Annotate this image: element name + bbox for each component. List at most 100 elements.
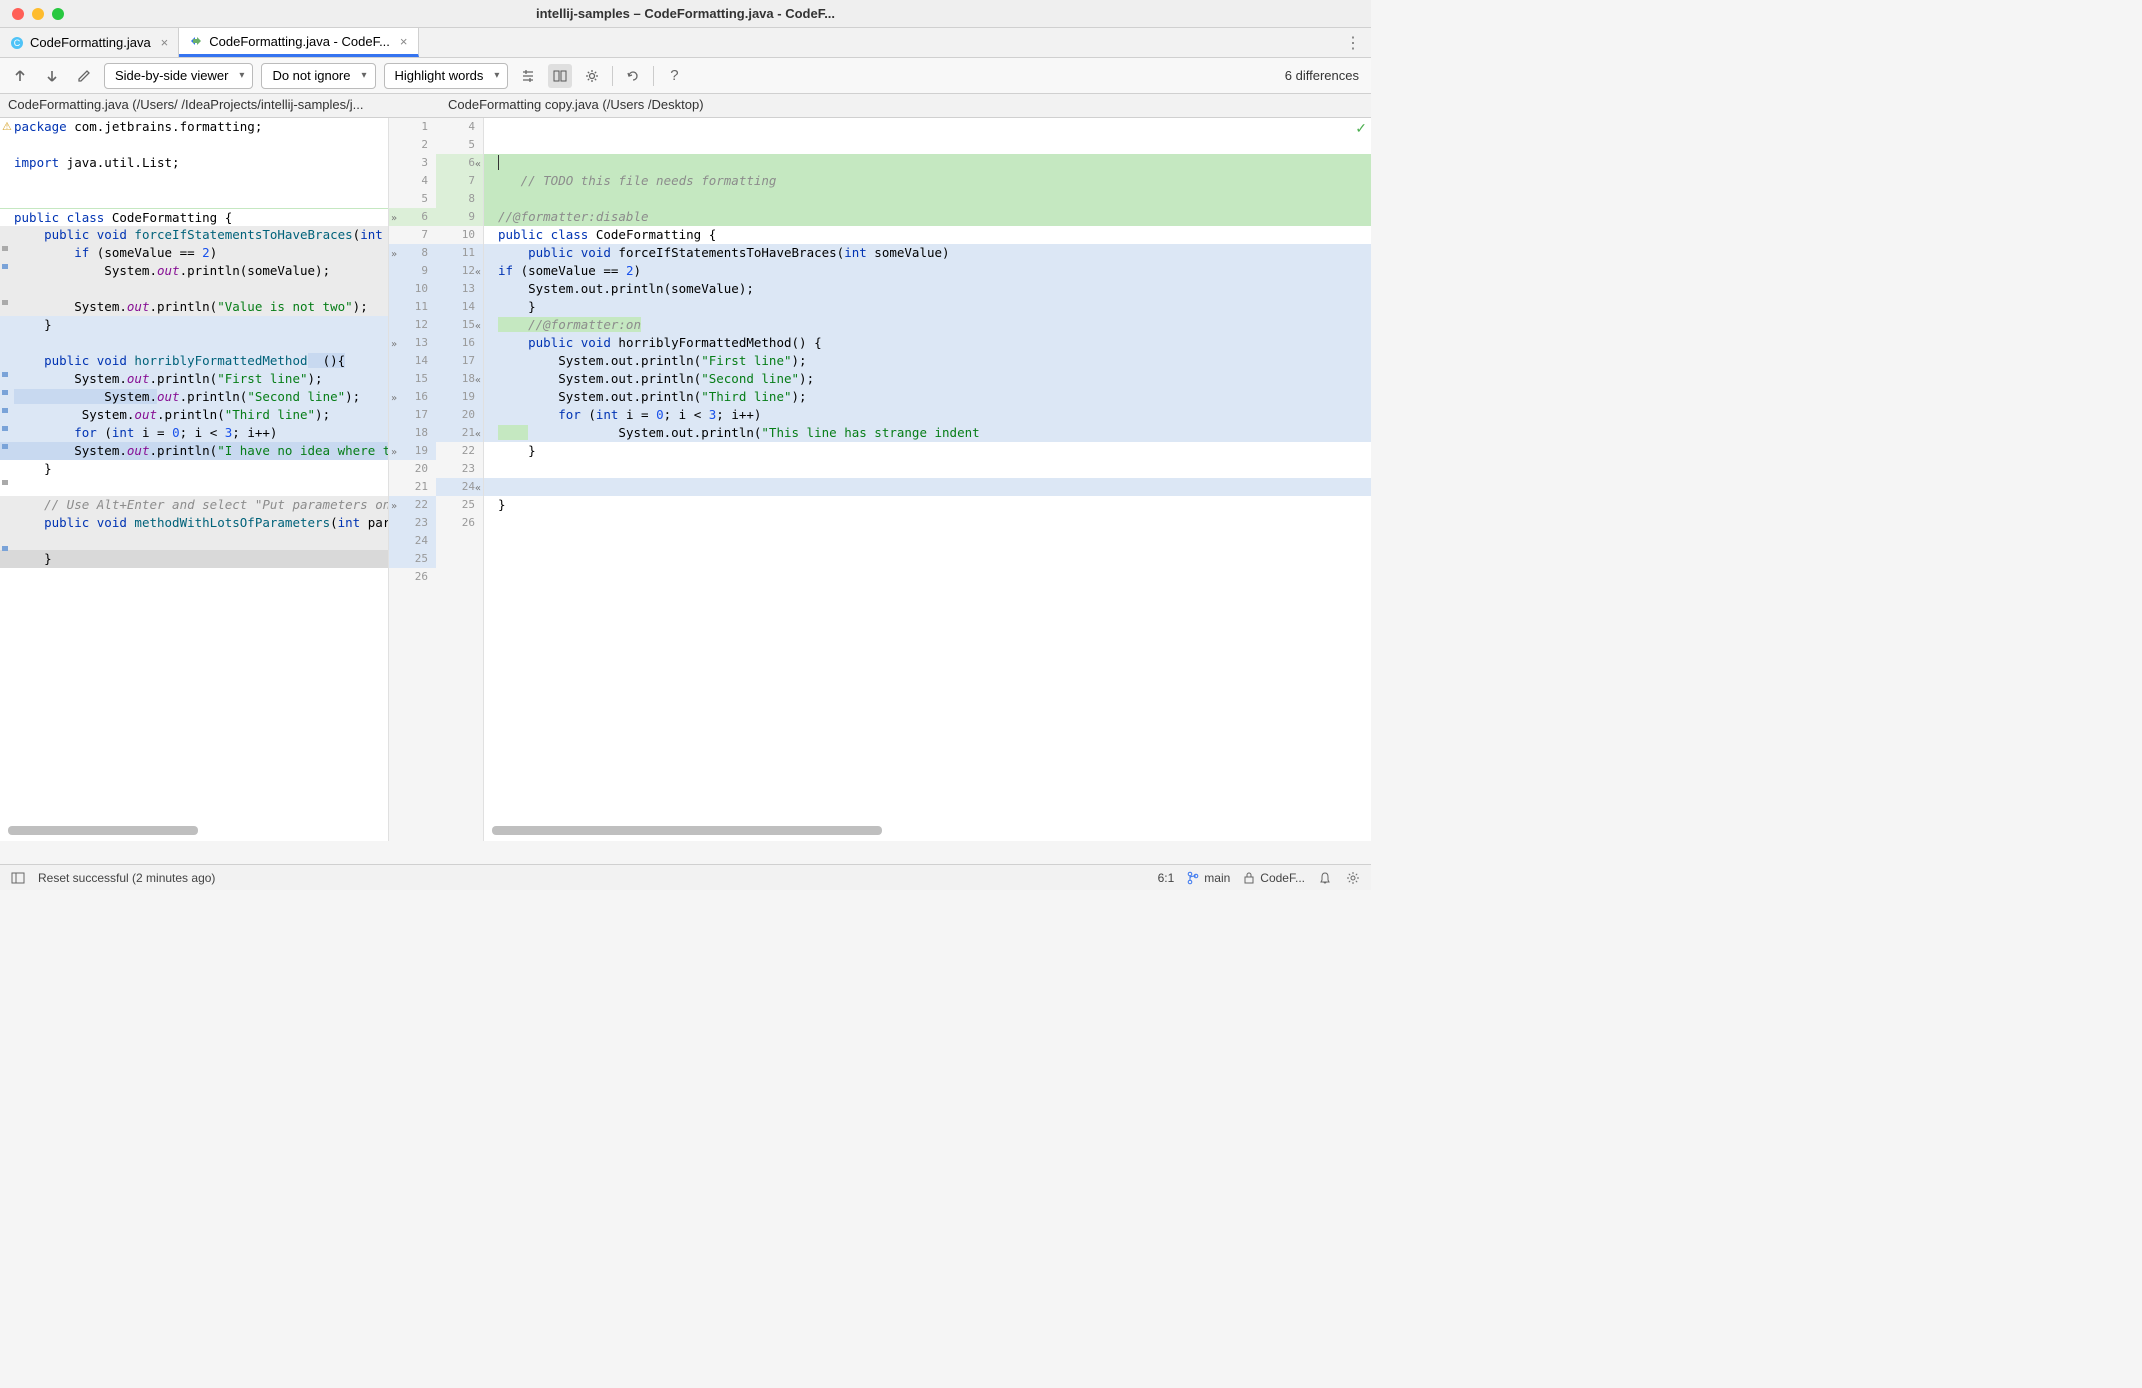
code-line xyxy=(484,514,1371,532)
line-number: 26 xyxy=(389,568,436,586)
view-mode-dropdown[interactable]: Side-by-side viewer xyxy=(104,63,253,89)
code-line: //@formatter:disable xyxy=(484,208,1371,226)
line-number: 7 xyxy=(389,226,436,244)
code-line: System.out.println("First line"); xyxy=(0,370,388,388)
dropdown-label: Do not ignore xyxy=(272,68,350,83)
java-class-icon: C xyxy=(10,36,24,50)
next-diff-button[interactable] xyxy=(40,64,64,88)
right-editor[interactable]: ✓ // TODO this file needs formatting //@… xyxy=(484,118,1371,841)
status-message: Reset successful (2 minutes ago) xyxy=(38,871,215,885)
notifications-icon[interactable] xyxy=(1317,870,1333,886)
line-number: 15 xyxy=(389,370,436,388)
code-line: // TODO this file needs formatting xyxy=(484,172,1371,190)
horizontal-scrollbar[interactable] xyxy=(8,826,198,835)
code-line: System.out.println("I have no idea where… xyxy=(0,442,388,460)
code-line: // Use Alt+Enter and select "Put paramet… xyxy=(0,496,388,514)
line-number: 20 xyxy=(389,460,436,478)
code-line xyxy=(0,172,388,190)
sync-scroll-button[interactable] xyxy=(548,64,572,88)
close-icon[interactable]: × xyxy=(161,35,169,50)
line-number: 25 xyxy=(436,496,483,514)
line-number: 1 xyxy=(389,118,436,136)
line-number: 24« xyxy=(436,478,483,496)
refresh-button[interactable] xyxy=(621,64,645,88)
highlight-mode-dropdown[interactable]: Highlight words xyxy=(384,63,509,89)
line-number: 6« xyxy=(436,154,483,172)
line-number: 2 xyxy=(389,136,436,154)
line-number: 17 xyxy=(436,352,483,370)
code-line xyxy=(484,190,1371,208)
line-number: 7 xyxy=(436,172,483,190)
ide-settings-icon[interactable] xyxy=(1345,870,1361,886)
diff-view: ⚠ package com.jetbrains.formatting; impo… xyxy=(0,118,1371,841)
code-line: } xyxy=(484,496,1371,514)
background-tasks[interactable]: CodeF... xyxy=(1242,871,1305,885)
line-number: 19 xyxy=(436,388,483,406)
code-line: } xyxy=(0,316,388,334)
code-line: System.out.println("Third line"); xyxy=(0,406,388,424)
settings-button[interactable] xyxy=(580,64,604,88)
code-line: System.out.println("Second line"); xyxy=(484,370,1371,388)
ignore-mode-dropdown[interactable]: Do not ignore xyxy=(261,63,375,89)
code-line xyxy=(484,460,1371,478)
line-number: 10 xyxy=(436,226,483,244)
tab-label: CodeFormatting.java - CodeF... xyxy=(209,34,390,49)
tool-window-icon[interactable] xyxy=(10,870,26,886)
git-branch[interactable]: main xyxy=(1186,871,1230,885)
line-number: 4 xyxy=(436,118,483,136)
cursor-position[interactable]: 6:1 xyxy=(1158,871,1175,885)
line-number: »16 xyxy=(389,388,436,406)
close-window-button[interactable] xyxy=(12,8,24,20)
code-line xyxy=(0,136,388,154)
code-line: public void forceIfStatementsToHaveBrace… xyxy=(0,226,388,244)
line-number: »13 xyxy=(389,334,436,352)
collapse-unchanged-button[interactable] xyxy=(516,64,540,88)
editor-tabs: C CodeFormatting.java × CodeFormatting.j… xyxy=(0,28,1371,58)
tab-diff[interactable]: CodeFormatting.java - CodeF... × xyxy=(179,28,418,57)
code-line: } xyxy=(0,550,388,568)
horizontal-scrollbar[interactable] xyxy=(492,826,882,835)
line-number: 4 xyxy=(389,172,436,190)
line-number: 9 xyxy=(389,262,436,280)
line-number: 12 xyxy=(389,316,436,334)
minimize-window-button[interactable] xyxy=(32,8,44,20)
code-line xyxy=(484,478,1371,496)
close-icon[interactable]: × xyxy=(400,34,408,49)
dropdown-label: Side-by-side viewer xyxy=(115,68,228,83)
line-number: 8 xyxy=(436,190,483,208)
line-number: 14 xyxy=(389,352,436,370)
line-number: »8 xyxy=(389,244,436,262)
line-number: 16 xyxy=(436,334,483,352)
code-line: System.out.println("Second line"); xyxy=(0,388,388,406)
prev-diff-button[interactable] xyxy=(8,64,32,88)
tab-codeformatting[interactable]: C CodeFormatting.java × xyxy=(0,28,179,57)
more-icon[interactable]: ⋮ xyxy=(1345,33,1371,53)
code-line xyxy=(0,334,388,352)
code-line: if (someValue == 2) xyxy=(0,244,388,262)
left-editor[interactable]: ⚠ package com.jetbrains.formatting; impo… xyxy=(0,118,388,841)
line-number: 26 xyxy=(436,514,483,532)
code-line: System.out.println("Third line"); xyxy=(484,388,1371,406)
branch-icon xyxy=(1186,871,1200,885)
diff-icon xyxy=(189,34,203,48)
line-number: 15« xyxy=(436,316,483,334)
help-button[interactable]: ? xyxy=(662,64,686,88)
code-line: System.out.println("This line has strang… xyxy=(484,424,1371,442)
code-line: public class CodeFormatting { xyxy=(0,208,388,226)
line-number: 11 xyxy=(389,298,436,316)
code-line: System.out.println(someValue); xyxy=(484,280,1371,298)
code-line xyxy=(484,118,1371,136)
dropdown-label: Highlight words xyxy=(395,68,484,83)
diff-count-label: 6 differences xyxy=(1285,68,1363,83)
edit-source-button[interactable] xyxy=(72,64,96,88)
maximize-window-button[interactable] xyxy=(52,8,64,20)
left-gutter: 1 2 3 4 5 »6 7 »8 9 10 11 12 »13 14 15 »… xyxy=(389,118,436,841)
code-line: import java.util.List; xyxy=(0,154,388,172)
line-number: 21 xyxy=(389,478,436,496)
line-number: 13 xyxy=(436,280,483,298)
line-number: 17 xyxy=(389,406,436,424)
svg-text:C: C xyxy=(14,38,21,48)
line-number: 23 xyxy=(389,514,436,532)
line-number: 25 xyxy=(389,550,436,568)
line-number: 21« xyxy=(436,424,483,442)
